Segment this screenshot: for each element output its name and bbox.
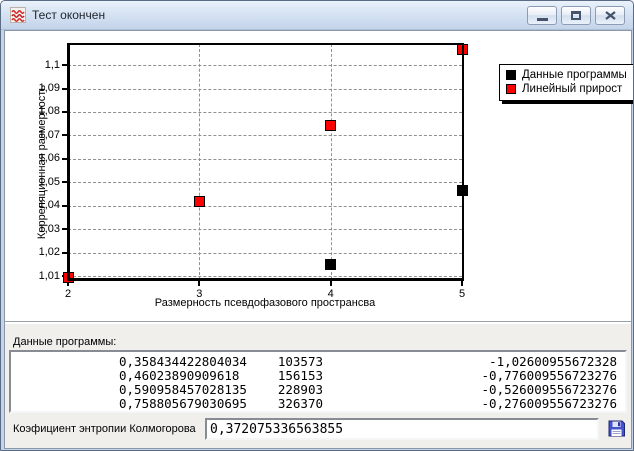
gridline-horizontal <box>68 65 462 66</box>
gridline-horizontal <box>68 253 462 254</box>
gridline-horizontal <box>68 112 462 113</box>
gridline-vertical <box>331 44 332 280</box>
cell-dimension: 0,358434422804034 <box>119 352 259 369</box>
cell-dimension: 0,590958457028135 <box>119 383 259 397</box>
cell-log: -0,776009556723276 <box>323 369 625 383</box>
y-tick-mark <box>62 181 67 183</box>
series-swatch-black <box>506 70 516 80</box>
entropy-value-input[interactable] <box>205 418 599 440</box>
gridline-horizontal <box>68 89 462 90</box>
program-data-label: Данные программы: <box>13 336 116 348</box>
y-tick-label: 1,07 <box>18 129 60 141</box>
caption-buttons <box>527 6 625 25</box>
table-row: 0,590958457028135 228903 -0,526009556723… <box>11 383 625 397</box>
gridline-horizontal <box>68 229 462 230</box>
y-tick-mark <box>62 88 67 90</box>
y-tick-label: 1,09 <box>18 82 60 94</box>
cell-dimension: 0,46023890909618 <box>119 369 259 383</box>
chart-legend: Данные программы Линейный прирост <box>499 64 634 101</box>
cell-dimension: 0,758805679030695 <box>119 397 259 411</box>
minimize-icon <box>537 18 548 21</box>
table-row: 0,46023890909618 156153 -0,7760095567232… <box>11 369 625 383</box>
y-tick-label: 1,06 <box>18 152 60 164</box>
gridline-horizontal <box>68 159 462 160</box>
data-point-red <box>325 120 336 131</box>
legend-label: Линейный прирост <box>522 82 622 96</box>
gridline-vertical <box>462 44 463 280</box>
program-data-listbox[interactable]: 0,358434422804034 103573 -1,026009556723… <box>9 350 627 413</box>
maximize-icon <box>571 11 581 20</box>
table-row: 0,358434422804034 103573 -1,026009556723… <box>11 352 625 369</box>
data-point-red <box>194 196 205 207</box>
legend-item: Данные программы <box>506 68 627 82</box>
program-data-table: 0,358434422804034 103573 -1,026009556723… <box>11 352 625 411</box>
y-tick-label: 1,1 <box>18 59 60 71</box>
y-tick-label: 1,05 <box>18 176 60 188</box>
gridline-horizontal <box>68 182 462 183</box>
y-tick-label: 1,01 <box>18 270 60 282</box>
cell-log: -0,276009556723276 <box>323 397 625 411</box>
waves-app-icon <box>10 7 26 23</box>
cell-log: -1,02600955672328 <box>323 352 625 369</box>
table-row: 0,758805679030695 326370 -0,276009556723… <box>11 397 625 411</box>
x-tick-label: 5 <box>447 288 477 300</box>
title-bar[interactable]: Тест окончен <box>1 1 633 30</box>
cell-count: 326370 <box>259 397 323 411</box>
data-point-red <box>63 272 74 283</box>
client-area: Корреляционная размерность Размерность п… <box>4 30 632 449</box>
app-window: Тест окончен Корреляционная размерность … <box>0 0 634 451</box>
x-tick-mark <box>330 281 332 286</box>
save-button[interactable] <box>606 419 626 439</box>
entropy-label: Коэфициент энтропии Колмогорова <box>13 423 196 435</box>
maximize-button[interactable] <box>561 6 591 25</box>
gridline-vertical <box>199 44 200 280</box>
x-tick-mark <box>198 281 200 286</box>
chart-panel: Корреляционная размерность Размерность п… <box>5 31 631 322</box>
y-tick-label: 1,03 <box>18 223 60 235</box>
window-title: Тест окончен <box>32 8 105 22</box>
plot-frame <box>67 43 464 281</box>
legend-item: Линейный прирост <box>506 82 627 96</box>
y-tick-mark <box>62 252 67 254</box>
data-point-black <box>325 259 336 270</box>
gridline-horizontal <box>68 276 462 277</box>
x-tick-label: 3 <box>184 288 214 300</box>
x-tick-label: 4 <box>316 288 346 300</box>
cell-log: -0,526009556723276 <box>323 383 625 397</box>
gridline-vertical <box>68 44 69 280</box>
y-tick-label: 1,08 <box>18 105 60 117</box>
x-axis-label: Размерность псевдофазового пространсва <box>68 297 462 309</box>
series-swatch-red <box>506 84 516 94</box>
close-icon <box>605 11 616 20</box>
x-tick-mark <box>461 281 463 286</box>
y-tick-label: 1,04 <box>18 199 60 211</box>
floppy-disk-icon <box>608 420 625 437</box>
gridline-horizontal <box>68 135 462 136</box>
y-tick-mark <box>62 228 67 230</box>
data-point-red <box>457 44 468 55</box>
y-tick-label: 1,02 <box>18 246 60 258</box>
y-tick-mark <box>62 205 67 207</box>
minimize-button[interactable] <box>527 6 557 25</box>
cell-count: 156153 <box>259 369 323 383</box>
y-tick-mark <box>62 111 67 113</box>
x-tick-label: 2 <box>53 288 83 300</box>
results-panel: Данные программы: 0,358434422804034 1035… <box>5 323 631 448</box>
gridline-horizontal <box>68 206 462 207</box>
legend-label: Данные программы <box>522 68 627 82</box>
close-button[interactable] <box>595 6 625 25</box>
data-point-black <box>457 185 468 196</box>
cell-count: 103573 <box>259 352 323 369</box>
y-tick-mark <box>62 158 67 160</box>
cell-count: 228903 <box>259 383 323 397</box>
y-tick-mark <box>62 134 67 136</box>
y-tick-mark <box>62 64 67 66</box>
